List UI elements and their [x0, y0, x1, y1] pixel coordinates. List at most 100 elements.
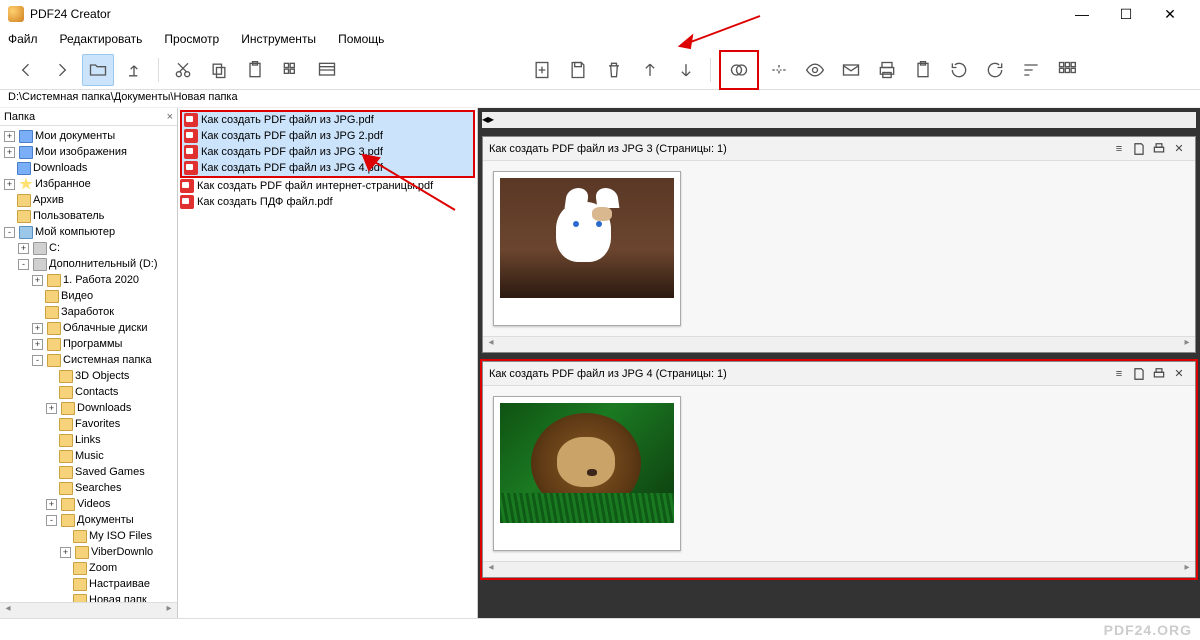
doc-header: Как создать PDF файл из JPG 4 (Страницы:…: [483, 362, 1195, 386]
pdf-icon: [184, 161, 198, 175]
cut-button[interactable]: [167, 54, 199, 86]
nav-forward-button[interactable]: [46, 54, 78, 86]
move-up-button[interactable]: [634, 54, 666, 86]
doc-close-icon[interactable]: ✕: [1169, 139, 1189, 159]
rotate-ccw-button[interactable]: [943, 54, 975, 86]
delete-button[interactable]: [598, 54, 630, 86]
copy-button[interactable]: [203, 54, 235, 86]
move-down-button[interactable]: [670, 54, 702, 86]
file-row[interactable]: Как создать PDF файл из JPG 3.pdf: [182, 144, 473, 160]
doc-hscrollbar[interactable]: ◂▸: [483, 336, 1195, 352]
file-row[interactable]: Как создать PDF файл из JPG 4.pdf: [182, 160, 473, 176]
tree-node[interactable]: Архив: [0, 192, 177, 208]
doc-save-icon[interactable]: [1129, 139, 1149, 159]
doc-menu-icon[interactable]: ≡: [1109, 364, 1129, 384]
tree-node[interactable]: Music: [0, 448, 177, 464]
file-row[interactable]: Как создать PDF файл интернет-страницы.p…: [178, 178, 477, 194]
doc-card-1[interactable]: Как создать PDF файл из JPG 3 (Страницы:…: [482, 136, 1196, 353]
grid-button[interactable]: [1051, 54, 1083, 86]
tree-node[interactable]: Contacts: [0, 384, 177, 400]
preview-button[interactable]: [799, 54, 831, 86]
paste-button[interactable]: [239, 54, 271, 86]
window-minimize-button[interactable]: —: [1060, 0, 1104, 28]
tree-node[interactable]: Searches: [0, 480, 177, 496]
tree-node[interactable]: +Videos: [0, 496, 177, 512]
nav-back-button[interactable]: [10, 54, 42, 86]
window-maximize-button[interactable]: ☐: [1104, 0, 1148, 28]
doc-card-2[interactable]: Как создать PDF файл из JPG 4 (Страницы:…: [482, 361, 1196, 578]
tree-node[interactable]: +Избранное: [0, 176, 177, 192]
window-close-button[interactable]: ✕: [1148, 0, 1192, 28]
doc-save-icon[interactable]: [1129, 364, 1149, 384]
tree-node[interactable]: Links: [0, 432, 177, 448]
doc-header: Как создать PDF файл из JPG 3 (Страницы:…: [483, 137, 1195, 161]
pdf-icon: [184, 129, 198, 143]
menu-help[interactable]: Помощь: [336, 30, 386, 48]
folder-tree-panel: Папка × +Мои документы+Мои изображенияDo…: [0, 108, 178, 618]
toolbar: [0, 50, 1200, 90]
preview-top-scrollbar[interactable]: ◂▸: [482, 112, 1196, 128]
folder-tree[interactable]: +Мои документы+Мои изображенияDownloads+…: [0, 126, 177, 602]
up-folder-button[interactable]: [118, 54, 150, 86]
tree-node[interactable]: Favorites: [0, 416, 177, 432]
tree-node[interactable]: -Системная папка: [0, 352, 177, 368]
tree-node[interactable]: +1. Работа 2020: [0, 272, 177, 288]
tree-node[interactable]: Видео: [0, 288, 177, 304]
tree-node[interactable]: Downloads: [0, 160, 177, 176]
menu-view[interactable]: Просмотр: [162, 30, 221, 48]
save-button[interactable]: [562, 54, 594, 86]
tree-node[interactable]: +Мои изображения: [0, 144, 177, 160]
tree-node[interactable]: -Документы: [0, 512, 177, 528]
cat-image: [500, 178, 674, 298]
tree-node[interactable]: +Программы: [0, 336, 177, 352]
tree-node[interactable]: +C:: [0, 240, 177, 256]
pdf-icon: [184, 113, 198, 127]
folder-button[interactable]: [82, 54, 114, 86]
page-thumbnail[interactable]: [493, 396, 681, 551]
doc-print-icon[interactable]: [1149, 364, 1169, 384]
file-row[interactable]: Как создать PDF файл из JPG.pdf: [182, 112, 473, 128]
menu-edit[interactable]: Редактировать: [58, 30, 145, 48]
tree-node[interactable]: Настраивае: [0, 576, 177, 592]
tree-node[interactable]: +ViberDownlo: [0, 544, 177, 560]
sort-button[interactable]: [1015, 54, 1047, 86]
doc-menu-icon[interactable]: ≡: [1109, 139, 1129, 159]
doc-body: [483, 386, 1195, 561]
doc-hscrollbar[interactable]: ◂▸: [483, 561, 1195, 577]
grid-small-button[interactable]: [275, 54, 307, 86]
tree-node[interactable]: -Мой компьютер: [0, 224, 177, 240]
tree-close-icon[interactable]: ×: [167, 111, 173, 123]
doc-close-icon[interactable]: ✕: [1169, 364, 1189, 384]
tree-header: Папка ×: [0, 108, 177, 126]
print-button[interactable]: [871, 54, 903, 86]
app-title: PDF24 Creator: [30, 7, 111, 21]
file-selection-highlight: Как создать PDF файл из JPG.pdfКак созда…: [180, 110, 475, 178]
merge-button[interactable]: [723, 54, 755, 86]
pdf-icon: [180, 195, 194, 209]
tree-node[interactable]: Saved Games: [0, 464, 177, 480]
menu-file[interactable]: Файл: [6, 30, 40, 48]
tree-hscrollbar[interactable]: ◂▸: [0, 602, 177, 618]
doc-print-icon[interactable]: [1149, 139, 1169, 159]
tree-node[interactable]: +Мои документы: [0, 128, 177, 144]
list-view-button[interactable]: [311, 54, 343, 86]
new-doc-button[interactable]: [526, 54, 558, 86]
tree-node[interactable]: Zoom: [0, 560, 177, 576]
mail-button[interactable]: [835, 54, 867, 86]
page-thumbnail[interactable]: [493, 171, 681, 326]
file-row[interactable]: Как создать PDF файл из JPG 2.pdf: [182, 128, 473, 144]
file-row[interactable]: Как создать ПДФ файл.pdf: [178, 194, 477, 210]
tree-node[interactable]: 3D Objects: [0, 368, 177, 384]
tree-node[interactable]: Заработок: [0, 304, 177, 320]
tree-node[interactable]: -Дополнительный (D:): [0, 256, 177, 272]
tree-node[interactable]: +Облачные диски: [0, 320, 177, 336]
clipboard-button[interactable]: [907, 54, 939, 86]
tree-node[interactable]: Новая папк: [0, 592, 177, 602]
tree-node[interactable]: Пользователь: [0, 208, 177, 224]
tree-node[interactable]: My ISO Files: [0, 528, 177, 544]
titlebar: PDF24 Creator — ☐ ✕: [0, 0, 1200, 28]
rotate-cw-button[interactable]: [979, 54, 1011, 86]
menu-tools[interactable]: Инструменты: [239, 30, 318, 48]
tree-node[interactable]: +Downloads: [0, 400, 177, 416]
crop-button[interactable]: [763, 54, 795, 86]
